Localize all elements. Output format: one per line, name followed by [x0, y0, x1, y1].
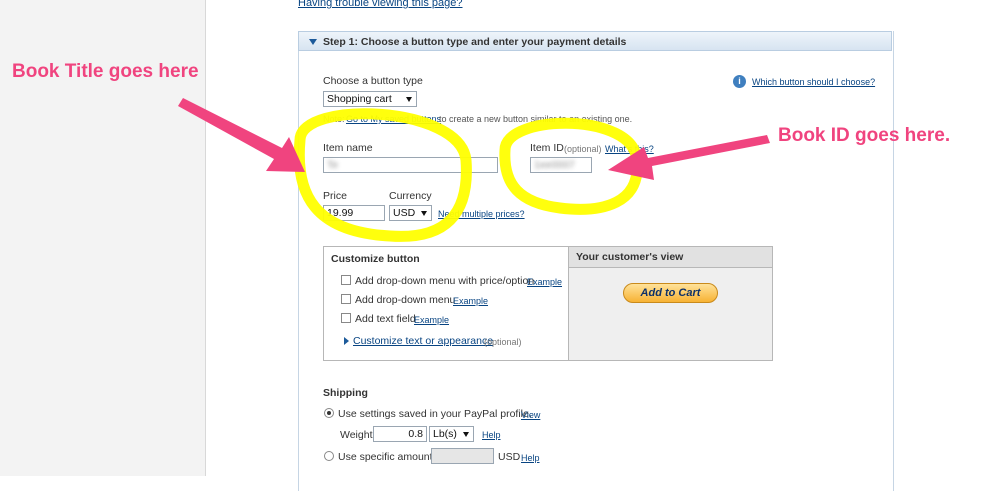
arrow-to-item-name	[178, 98, 305, 172]
book-id-annotation: Book ID goes here.	[778, 125, 951, 146]
book-title-annotation: Book Title goes here	[12, 61, 199, 82]
highlight-circle-item-name	[293, 108, 472, 242]
